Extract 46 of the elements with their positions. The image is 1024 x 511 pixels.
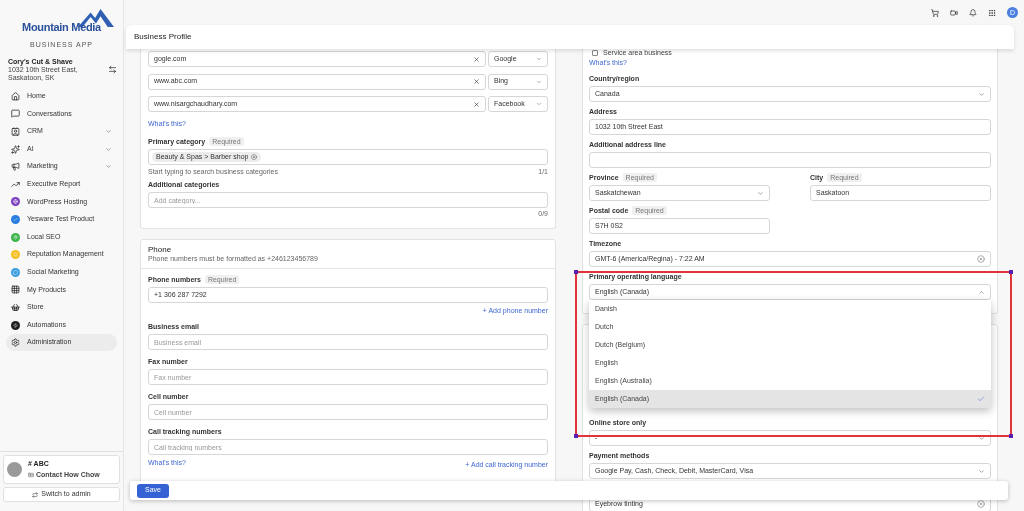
checkbox[interactable] [592,50,598,56]
caret-icon [978,288,985,296]
nav-icon [11,179,20,189]
clear-icon[interactable] [977,255,985,263]
swap-icon [32,491,39,498]
app-icon [11,214,20,224]
section-title: Phone [148,245,173,255]
caret-icon [978,434,985,442]
nav-icon [11,162,20,172]
brand-name: Mountain Media [22,19,101,35]
caret-icon [536,101,542,107]
nav-icon [11,144,20,154]
nav-icon [11,109,20,119]
caret-icon [757,189,764,197]
apps-grid-icon[interactable] [988,8,996,17]
nav-icon [11,91,20,101]
check-icon [977,395,985,403]
switch-account-icon[interactable] [108,64,117,74]
app-icon [11,320,20,330]
clear-icon[interactable] [473,100,480,108]
nav-icon [11,338,20,348]
cart-icon[interactable] [931,8,939,17]
nav-icon [11,285,20,295]
nav-icon [11,302,20,312]
avatar-placeholder [7,462,22,477]
notification-icon[interactable] [969,8,977,17]
caret-icon [536,78,542,85]
video-icon[interactable] [950,8,958,17]
app-icon [11,267,20,277]
contact-icon [28,471,34,478]
clear-icon[interactable] [473,55,480,63]
app-icon [11,197,20,207]
app-icon [11,250,20,260]
chevron-icon [105,163,112,171]
app-icon [11,232,20,242]
clear-icon[interactable] [473,78,480,85]
input-field[interactable] [589,152,991,168]
clear-icon[interactable] [977,500,985,508]
chevron-icon [105,128,112,135]
chevron-icon [105,145,112,153]
caret-icon [536,56,542,62]
caret-icon [978,90,985,98]
nav-icon [11,127,20,136]
page-title: Business Profile [134,31,192,43]
remove-icon[interactable] [251,154,258,160]
caret-icon [978,467,985,475]
